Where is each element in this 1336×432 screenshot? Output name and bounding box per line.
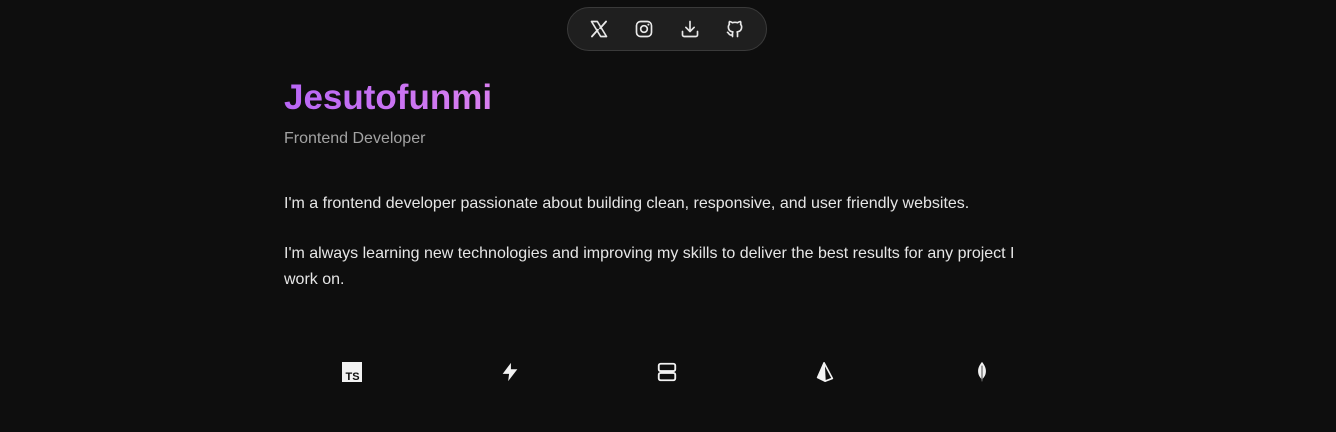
typescript-label: TS (345, 371, 359, 383)
github-link[interactable] (717, 11, 753, 47)
typescript-icon: TS (338, 358, 366, 386)
page: Jesutofunmi Frontend Developer I'm a fro… (0, 0, 1336, 432)
download-icon (681, 20, 699, 38)
profile-name: Jesutofunmi (284, 78, 493, 117)
bio-paragraph-2: I'm always learning new technologies and… (284, 245, 1015, 288)
social-links-bar (567, 7, 767, 51)
tech-stack-row: TS (0, 358, 1336, 386)
download-link[interactable] (672, 11, 708, 47)
prisma-icon (811, 358, 839, 386)
profile-role: Frontend Developer (284, 130, 426, 147)
mongodb-leaf-icon (968, 358, 996, 386)
bio-paragraph-1: I'm a frontend developer passionate abou… (284, 195, 970, 212)
bolt-icon (496, 358, 524, 386)
github-icon (726, 20, 743, 38)
server-icon (653, 358, 681, 386)
instagram-link[interactable] (626, 11, 662, 47)
x-link[interactable] (581, 11, 617, 47)
x-icon (590, 20, 608, 38)
instagram-icon (635, 20, 653, 38)
